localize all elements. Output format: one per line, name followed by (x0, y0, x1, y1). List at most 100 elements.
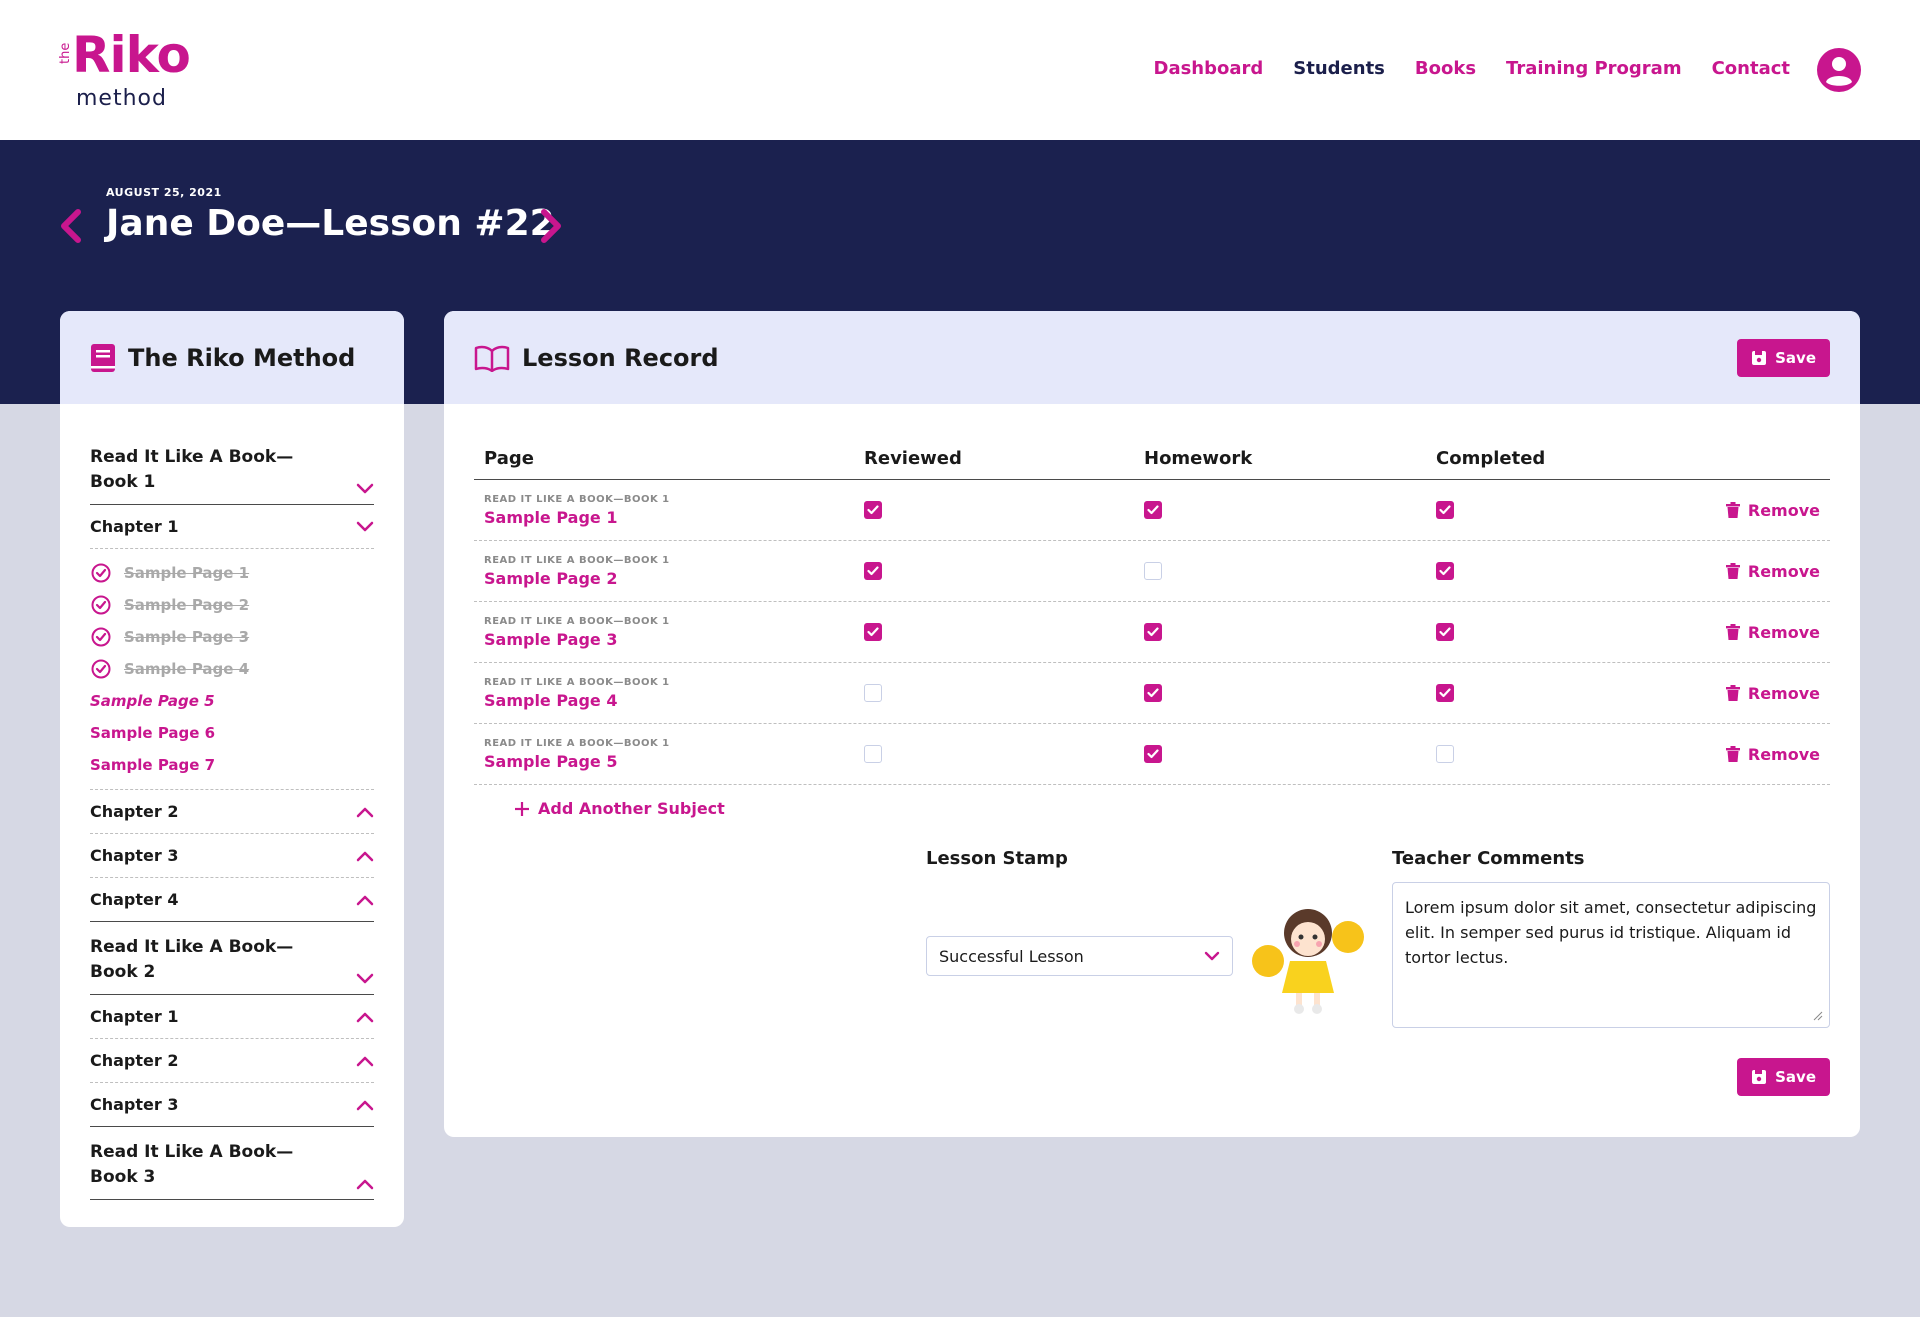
book-2-toggle[interactable]: Read It Like A Book—Book 2 (90, 922, 374, 995)
book-2-chapter-1[interactable]: Chapter 1 (90, 995, 374, 1039)
book-1-chapter-4[interactable]: Chapter 4 (90, 878, 374, 922)
riko-method-logo[interactable]: the Riko method (58, 26, 191, 114)
col-homework: Homework (1144, 448, 1253, 469)
book-2-chapter-3[interactable]: Chapter 3 (90, 1083, 374, 1127)
book-2-chapter-2[interactable]: Chapter 2 (90, 1039, 374, 1083)
book-1-chapter-1[interactable]: Chapter 1 (90, 505, 374, 549)
row-page-link[interactable]: Sample Page 2 (484, 569, 864, 588)
save-icon (1752, 350, 1767, 365)
homework-checkbox[interactable] (1144, 562, 1162, 580)
reviewed-checkbox[interactable] (864, 501, 882, 519)
lesson-stamp-value: Successful Lesson (939, 946, 1084, 966)
nav-contact[interactable]: Contact (1712, 58, 1790, 79)
nav-training-program[interactable]: Training Program (1506, 58, 1682, 79)
nav-students[interactable]: Students (1293, 58, 1385, 79)
page-label: Sample Page 5 (90, 692, 215, 710)
nav-dashboard[interactable]: Dashboard (1154, 58, 1264, 79)
col-reviewed: Reviewed (864, 448, 962, 469)
page-item-3[interactable]: Sample Page 3 (90, 621, 374, 653)
book-3-toggle[interactable]: Read It Like A Book—Book 3 (90, 1127, 374, 1200)
page-item-7[interactable]: Sample Page 7 (90, 749, 374, 781)
completed-checkbox[interactable] (1436, 745, 1454, 763)
remove-row-button[interactable]: Remove (1720, 562, 1830, 581)
chapter-label: Chapter 1 (90, 517, 179, 536)
table-row: READ IT LIKE A BOOK—BOOK 1 Sample Page 5 R… (474, 724, 1830, 785)
reviewed-checkbox[interactable] (864, 562, 882, 580)
teacher-comments-value: Lorem ipsum dolor sit amet, consectetur … (1405, 898, 1817, 967)
reviewed-checkbox[interactable] (864, 623, 882, 641)
row-page-link[interactable]: Sample Page 3 (484, 630, 864, 649)
col-page: Page (484, 448, 534, 469)
save-icon (1752, 1070, 1767, 1084)
chevron-down-icon (356, 973, 374, 984)
table-row: READ IT LIKE A BOOK—BOOK 1 Sample Page 1 R… (474, 480, 1830, 541)
chapter-label: Chapter 3 (90, 846, 179, 865)
lesson-record-header: Lesson Record Save (444, 311, 1860, 404)
remove-label: Remove (1747, 683, 1820, 703)
chevron-up-icon (356, 1100, 374, 1110)
save-label: Save (1775, 1068, 1816, 1086)
nav-books[interactable]: Books (1415, 58, 1476, 79)
lesson-stamp-label: Lesson Stamp (926, 848, 1068, 869)
chapter-label: Chapter 2 (90, 1051, 179, 1070)
check-circle-icon (91, 595, 111, 615)
remove-row-button[interactable]: Remove (1720, 623, 1830, 642)
trash-icon (1725, 563, 1740, 579)
table-row: READ IT LIKE A BOOK—BOOK 1 Sample Page 4 R… (474, 663, 1830, 724)
row-page-link[interactable]: Sample Page 5 (484, 752, 864, 771)
chapter-label: Chapter 3 (90, 1095, 179, 1114)
table-row: READ IT LIKE A BOOK—BOOK 1 Sample Page 3 R… (474, 602, 1830, 663)
logo-method: method (76, 86, 167, 111)
save-button-top[interactable]: Save (1737, 338, 1830, 377)
resize-handle-icon[interactable] (1813, 1011, 1823, 1021)
remove-row-button[interactable]: Remove (1720, 684, 1830, 703)
completed-checkbox[interactable] (1436, 684, 1454, 702)
lesson-stamp-select[interactable]: Successful Lesson (926, 936, 1233, 976)
page-item-4[interactable]: Sample Page 4 (90, 653, 374, 685)
homework-checkbox[interactable] (1144, 501, 1162, 519)
homework-checkbox[interactable] (1144, 623, 1162, 641)
table-header: Page Reviewed Homework Completed (474, 404, 1830, 480)
page-item-1[interactable]: Sample Page 1 (90, 557, 374, 589)
add-subject-label: Add Another Subject (538, 799, 725, 818)
reviewed-checkbox[interactable] (864, 745, 882, 763)
chevron-up-icon (356, 1012, 374, 1022)
chevron-up-icon (356, 1179, 374, 1190)
row-page-link[interactable]: Sample Page 1 (484, 508, 864, 527)
reviewed-checkbox[interactable] (864, 684, 882, 702)
book-1-chapter-3[interactable]: Chapter 3 (90, 834, 374, 878)
save-button-bottom[interactable]: Save (1737, 1058, 1830, 1096)
lesson-date: AUGUST 25, 2021 (106, 186, 222, 199)
teacher-comments-textarea[interactable]: Lorem ipsum dolor sit amet, consectetur … (1392, 882, 1830, 1028)
sidebar-title: The Riko Method (128, 343, 356, 372)
next-lesson-icon[interactable] (534, 206, 568, 246)
completed-checkbox[interactable] (1436, 501, 1454, 519)
page-label: Sample Page 2 (124, 596, 250, 614)
book-1-toggle[interactable]: Read It Like A Book—Book 1 (90, 432, 374, 505)
user-avatar-icon[interactable] (1817, 48, 1861, 92)
trash-icon (1725, 502, 1740, 518)
homework-checkbox[interactable] (1144, 745, 1162, 763)
remove-row-button[interactable]: Remove (1720, 745, 1830, 764)
check-circle-icon (91, 627, 111, 647)
add-subject-button[interactable]: Add Another Subject (514, 799, 1830, 818)
page-label: Sample Page 3 (124, 628, 250, 646)
remove-row-button[interactable]: Remove (1720, 501, 1830, 520)
row-page-link[interactable]: Sample Page 4 (484, 691, 864, 710)
chevron-down-icon (356, 521, 374, 531)
homework-checkbox[interactable] (1144, 684, 1162, 702)
chevron-down-icon (356, 483, 374, 494)
chevron-down-icon (1204, 951, 1220, 961)
remove-label: Remove (1747, 744, 1820, 764)
page-item-6[interactable]: Sample Page 6 (90, 717, 374, 749)
completed-checkbox[interactable] (1436, 562, 1454, 580)
curriculum-sidebar: The Riko Method Read It Like A Book—Book… (60, 311, 404, 1227)
book-1-chapter-2[interactable]: Chapter 2 (90, 790, 374, 834)
previous-lesson-icon[interactable] (54, 206, 88, 246)
row-book-label: READ IT LIKE A BOOK—BOOK 1 (484, 493, 670, 505)
page-item-5[interactable]: Sample Page 5 (90, 685, 374, 717)
page-item-2[interactable]: Sample Page 2 (90, 589, 374, 621)
page-label: Sample Page 4 (124, 660, 250, 678)
completed-checkbox[interactable] (1436, 623, 1454, 641)
remove-label: Remove (1747, 500, 1820, 520)
